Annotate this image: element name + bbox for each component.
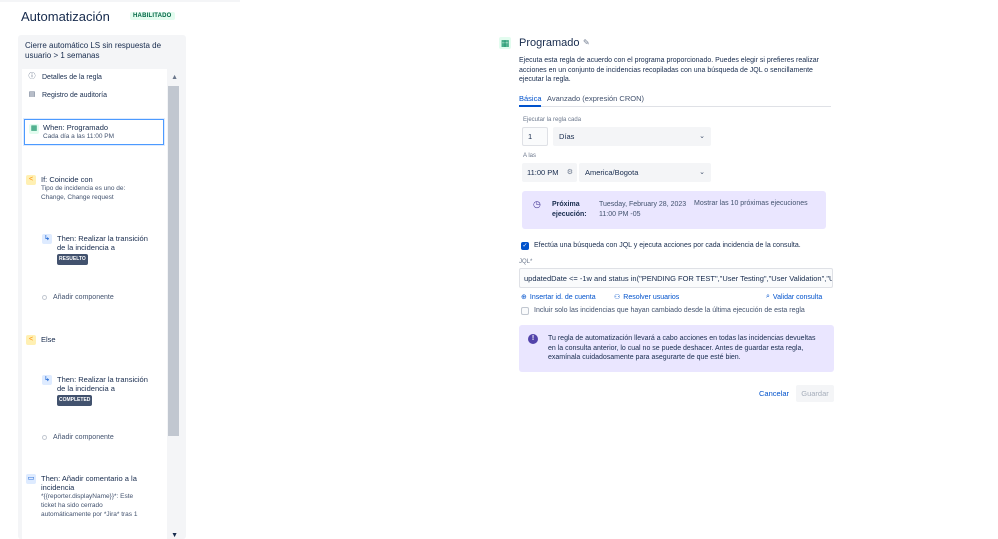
chevron-down-icon: ⌄ [699,133,705,140]
timezone-select[interactable]: America/Bogota ⌄ [579,163,711,182]
comment-title-line-1: Then: Añadir comentario a la [41,474,137,483]
else-title: Else [41,335,56,344]
branch-icon: < [26,335,36,345]
at-time-label: A las [523,153,537,159]
jql-checkbox[interactable]: ✓ [521,242,529,250]
condition-title: If: Coincide con [41,175,93,184]
list-scrollbar[interactable]: ▲ ▼ [167,69,181,539]
condition-line-1: Tipo de incidencia es uno de: [41,185,126,192]
interval-input[interactable]: 1 [522,127,548,146]
document-icon: ▤ [28,91,36,98]
scroll-up-icon[interactable]: ▲ [171,74,178,81]
rule-details-label: Detalles de la regla [42,73,102,81]
search-icon: ⌕ [766,293,770,300]
comment-node[interactable]: ▭ Then: Añadir comentario a la incidenci… [26,474,166,519]
transition-node-completed[interactable]: ↳ Then: Realizar la transición de la inc… [42,375,162,406]
trigger-node[interactable]: ▦ When: Programado Cada día a las 11:00 … [24,119,164,145]
condition-line-2: Change, Change request [41,194,114,201]
scroll-down-icon[interactable]: ▼ [171,532,178,539]
calendar-icon: ▦ [29,124,39,134]
next-run-datetime: Tuesday, February 28, 2023 11:00 PM -05 [599,200,686,220]
chevron-down-icon: ⌄ [699,169,705,176]
resolve-users-link[interactable]: ⚇ Resolver usuarios [614,293,680,302]
rule-panel: Cierre automático LS sin respuesta de us… [18,35,186,539]
transition-icon: ↳ [42,375,52,385]
time-input[interactable]: 11:00 PM ⚙ [522,163,577,182]
run-every-label: Ejecutar la regla cada [523,117,582,123]
pencil-icon[interactable]: ✎ [583,38,590,47]
top-breadcrumb-remnant [0,0,240,2]
warning-text: Tu regla de automatización llevará a cab… [548,335,816,361]
warning-banner: ! Tu regla de automatización llevará a c… [519,325,834,372]
add-component-label: Añadir componente [53,294,114,301]
config-title: Programado [519,37,580,49]
transition-node-resolved[interactable]: ↳ Then: Realizar la transición de la inc… [42,234,162,265]
comment-body-line-1: *{{reporter.displayName}}*: Este [41,493,134,500]
show-next-runs-link[interactable]: Mostrar las 10 próximas ejecuciones [694,200,808,207]
user-icon: ⊕ [521,294,527,301]
rule-component-list: ⓘ Detalles de la regla ▤ Registro de aud… [22,69,181,539]
condition-node[interactable]: < If: Coincide con Tipo de incidencia es… [26,175,166,202]
info-icon: ⓘ [28,73,36,80]
add-dot-icon [42,295,47,300]
insert-account-id-label: Insertar id. de cuenta [529,293,596,301]
else-node[interactable]: < Else [26,335,166,345]
save-button[interactable]: Guardar [796,385,834,402]
transition-title-line-1: Then: Realizar la transición [57,234,148,243]
jql-input[interactable]: updatedDate <= -1w and status in("PENDIN… [519,268,833,288]
comment-body-line-3: automáticamente por *Jira* tras 1 [41,511,138,518]
config-description: Ejecuta esta regla de acuerdo con el pro… [519,57,820,83]
active-tab-indicator [519,105,541,107]
comment-icon: ▭ [26,474,36,484]
transition-title-line-2: de la incidencia a [57,384,115,393]
next-run-label: Próxima ejecución: [552,201,587,218]
validate-query-link[interactable]: ⌕ Validar consulta [766,293,822,301]
validate-query-label: Validar consulta [772,293,823,301]
next-run-time: 11:00 PM -05 [599,211,641,218]
users-icon: ⚇ [614,294,621,301]
trigger-title: When: Programado [43,123,109,132]
only-changed-checkbox[interactable] [521,307,529,315]
clock-icon: ⚙ [566,169,573,176]
status-lozenge: COMPLETED [57,395,93,406]
calendar-icon: ▦ [499,37,511,49]
time-value: 11:00 PM [527,168,559,177]
add-component-button[interactable]: Añadir componente [42,294,114,301]
interval-unit-select[interactable]: Días ⌄ [553,127,711,146]
comment-title-line-2: incidencia [41,483,75,492]
comment-body-line-2: ticket ha sido cerrado [41,502,103,509]
scroll-thumb[interactable] [168,86,179,436]
only-changed-label: Incluir solo las incidencias que hayan c… [534,307,805,314]
trigger-subtitle: Cada día a las 11:00 PM [43,133,115,140]
cancel-button[interactable]: Cancelar [756,386,792,401]
timezone-value: America/Bogota [585,168,639,177]
page-title: Automatización [21,9,110,24]
next-run-date: Tuesday, February 28, 2023 [599,201,687,208]
transition-icon: ↳ [42,234,52,244]
tab-basic[interactable]: Básica [519,94,542,103]
clock-icon: ◷ [533,199,541,209]
warning-icon: ! [528,334,538,344]
jql-checkbox-label: Efectúa una búsqueda con JQL y ejecuta a… [534,242,801,249]
audit-log-label: Registro de auditoría [42,91,107,99]
transition-title-line-2: de la incidencia a [57,243,115,252]
insert-account-id-link[interactable]: ⊕ Insertar id. de cuenta [521,293,596,302]
next-runs-panel: ◷ Próxima ejecución: Tuesday, February 2… [522,191,826,229]
add-component-label: Añadir componente [53,434,114,441]
status-lozenge: RESUELTO [57,254,88,265]
transition-title-line-1: Then: Realizar la transición [57,375,148,384]
branch-icon: < [26,175,36,185]
add-component-button[interactable]: Añadir componente [42,434,114,441]
jql-label: JQL* [519,259,533,265]
add-dot-icon [42,435,47,440]
rule-title: Cierre automático LS sin respuesta de us… [25,41,162,60]
interval-unit-value: Días [559,132,575,141]
audit-log-item[interactable]: ▤ Registro de auditoría [28,91,107,99]
resolve-users-label: Resolver usuarios [623,293,680,301]
tab-advanced-cron[interactable]: Avanzado (expresión CRON) [547,94,644,103]
status-badge: HABILITADO [130,12,175,20]
schedule-tabs: Básica Avanzado (expresión CRON) [519,93,831,107]
rule-details-item[interactable]: ⓘ Detalles de la regla [28,73,102,81]
